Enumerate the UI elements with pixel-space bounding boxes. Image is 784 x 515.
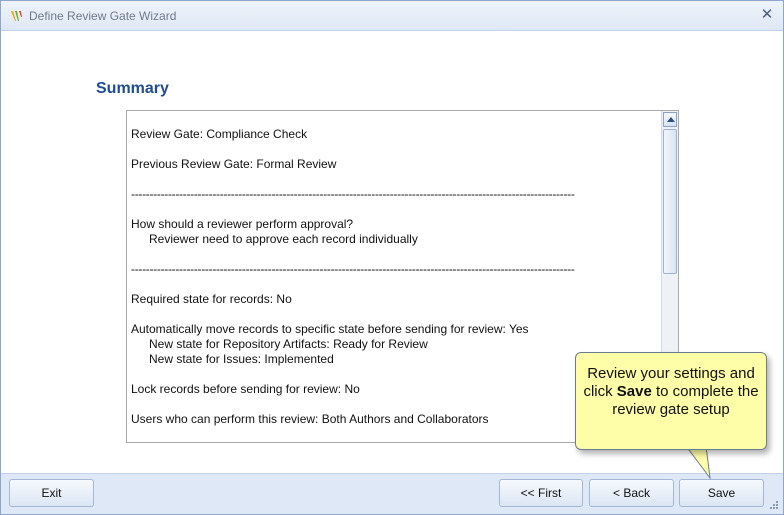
- window-title: Define Review Gate Wizard: [29, 9, 177, 23]
- summary-previous-gate: Previous Review Gate: Formal Review: [131, 157, 337, 171]
- summary-separator: ----------------------------------------…: [131, 262, 575, 276]
- summary-approval-question: How should a reviewer perform approval?: [131, 217, 354, 231]
- first-button[interactable]: << First: [499, 479, 583, 507]
- summary-auto-move: Automatically move records to specific s…: [131, 322, 529, 336]
- summary-separator: ----------------------------------------…: [131, 187, 575, 201]
- page-title: Summary: [96, 80, 169, 97]
- summary-required-state: Required state for records: No: [131, 292, 292, 306]
- exit-button[interactable]: Exit: [9, 479, 94, 507]
- resize-grip-icon[interactable]: [769, 500, 779, 510]
- scrollbar-thumb[interactable]: [663, 129, 677, 274]
- title-bar: Define Review Gate Wizard ✕: [1, 1, 783, 31]
- help-callout: Review your settings and click Save to c…: [575, 352, 767, 450]
- close-icon[interactable]: ✕: [759, 7, 775, 23]
- scroll-up-icon[interactable]: [663, 112, 677, 127]
- callout-text-bold: Save: [616, 383, 652, 400]
- summary-review-gate: Review Gate: Compliance Check: [131, 127, 308, 141]
- summary-approval-answer: Reviewer need to approve each record ind…: [149, 232, 418, 246]
- wizard-footer: Exit << First < Back Save: [1, 473, 783, 514]
- summary-new-state-artifacts: New state for Repository Artifacts: Read…: [149, 337, 428, 351]
- app-logo-icon: [11, 11, 22, 21]
- callout-pointer: [684, 446, 711, 480]
- back-button[interactable]: < Back: [589, 479, 674, 507]
